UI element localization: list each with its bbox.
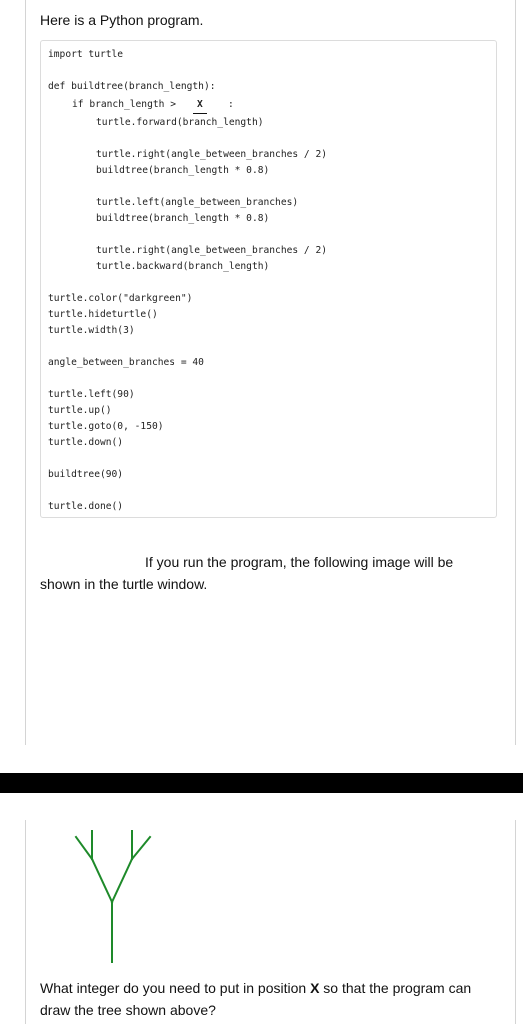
question-text: What integer do you need to put in posit… (40, 977, 500, 1021)
description-line-2: shown in the turtle window. (40, 576, 208, 592)
blank-x-marker: X (193, 97, 207, 114)
code-line: buildtree(branch_length * 0.8) (96, 213, 270, 224)
code-line: turtle.done() (48, 501, 124, 512)
code-line: turtle.right(angle_between_branches / 2) (96, 245, 328, 256)
code-line: turtle.color("darkgreen") (48, 293, 193, 304)
code-line: turtle.up() (48, 405, 112, 416)
code-line: : (228, 99, 234, 110)
code-line: if branch_length > (72, 99, 176, 110)
code-line: turtle.left(angle_between_branches) (96, 197, 299, 208)
code-line: angle_between_branches = 40 (48, 357, 204, 368)
tree-image (74, 830, 152, 963)
tree-left-left-branch (74, 835, 94, 861)
code-line: turtle.left(90) (48, 389, 135, 400)
tree-right-branch (110, 857, 134, 904)
separator-bar (0, 773, 523, 793)
code-line: turtle.right(angle_between_branches / 2) (96, 149, 328, 160)
code-line: buildtree(branch_length * 0.8) (96, 165, 270, 176)
description-line-1: If you run the program, the following im… (145, 554, 454, 570)
question-text-before: What integer do you need to put in posit… (40, 980, 311, 996)
intro-text: Here is a Python program. (40, 12, 204, 28)
code-line: turtle.width(3) (48, 325, 135, 336)
code-line: turtle.goto(0, -150) (48, 421, 164, 432)
tree-left-branch (90, 857, 114, 904)
code-line: turtle.backward(branch_length) (96, 261, 270, 272)
code-line: turtle.down() (48, 437, 124, 448)
tree-right-right-branch (130, 835, 152, 861)
code-line: turtle.forward(branch_length) (96, 117, 264, 128)
code-line: turtle.hideturtle() (48, 309, 158, 320)
code-line: buildtree(90) (48, 469, 124, 480)
code-block: import turtle def buildtree(branch_lengt… (40, 40, 497, 518)
code-line: def buildtree(branch_length): (48, 81, 216, 92)
code-line: import turtle (48, 49, 124, 60)
